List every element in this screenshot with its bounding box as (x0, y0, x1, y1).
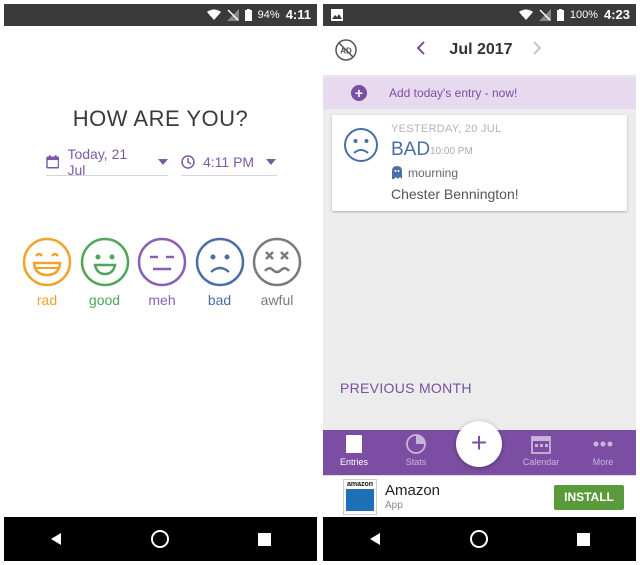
calendar-icon (46, 154, 60, 169)
back-triangle-icon (370, 533, 381, 545)
pie-chart-icon (406, 434, 426, 454)
tab-entries[interactable]: Entries (329, 434, 379, 467)
mood-option-bad[interactable]: bad (195, 237, 245, 308)
mood-option-meh[interactable]: meh (137, 237, 187, 308)
date-picker[interactable]: Today, 21 Jul (46, 145, 168, 178)
status-bar: 94% 4:11 (4, 4, 317, 26)
calendar-icon (531, 436, 551, 454)
home-circle-icon (151, 530, 170, 548)
mood-label-awful: awful (260, 292, 294, 308)
back-button[interactable] (355, 519, 395, 559)
status-time: 4:11 (285, 7, 311, 22)
install-button[interactable]: INSTALL (554, 485, 624, 510)
entry-date: YESTERDAY, 20 JUL (391, 123, 502, 135)
mood-option-awful[interactable]: awful (252, 237, 302, 308)
mood-option-good[interactable]: good (80, 237, 130, 308)
chevron-left-icon[interactable] (415, 40, 427, 56)
entry-time: 10:00 PM (430, 146, 473, 157)
home-circle-icon (470, 530, 489, 548)
add-entry-fab[interactable]: + (456, 421, 502, 467)
recents-square-icon (258, 532, 272, 546)
add-entry-banner[interactable]: + Add today's entry - now! (323, 77, 636, 109)
mood-options: rad good meh bad awful (22, 237, 302, 308)
back-button[interactable] (36, 519, 76, 559)
status-icons: 100% 4:23 (518, 7, 630, 22)
ad-title: Amazon (385, 482, 441, 499)
amazon-logo-text: amazon (346, 481, 374, 488)
system-nav-bar (4, 517, 317, 561)
home-button[interactable] (140, 519, 180, 559)
status-bar: 100% 4:23 (323, 4, 636, 26)
chevron-right-icon[interactable] (531, 40, 543, 56)
rad-face-icon (22, 237, 72, 287)
meh-face-icon (137, 237, 187, 287)
mood-picker-body: HOW ARE YOU? Today, 21 Jul 4:11 PM rad g… (4, 26, 317, 517)
tab-more[interactable]: More (578, 434, 628, 467)
tab-more-label: More (592, 457, 614, 467)
book-icon (346, 435, 362, 453)
awful-face-icon (252, 237, 302, 287)
mood-label-rad: rad (36, 292, 58, 308)
add-entry-label: Add today's entry - now! (389, 86, 518, 100)
mood-label-meh: meh (148, 292, 176, 308)
mood-entry-screen: 94% 4:11 HOW ARE YOU? Today, 21 Jul 4:11… (4, 4, 317, 561)
wifi-icon (518, 9, 533, 20)
status-icons: 94% 4:11 (206, 7, 311, 22)
entries-body: AD Jul 2017 + Add today's entry - now! Y… (323, 26, 636, 517)
ad-subtitle: App (385, 500, 403, 511)
month-header: AD Jul 2017 (323, 26, 636, 76)
no-signal-icon (538, 8, 551, 21)
chevron-down-icon (158, 158, 168, 165)
battery-percent: 94% (257, 8, 280, 21)
ghost-icon (392, 166, 402, 179)
ad-banner[interactable]: amazon Amazon App INSTALL (323, 475, 636, 517)
amazon-app-logo: amazon (343, 479, 377, 515)
tab-entries-label: Entries (339, 457, 368, 467)
time-picker[interactable]: 4:11 PM (181, 148, 277, 176)
tab-calendar-label: Calendar (522, 457, 560, 467)
system-nav-bar (323, 517, 636, 561)
tab-stats[interactable]: Stats (391, 434, 441, 467)
recents-square-icon (577, 532, 591, 546)
month-title: Jul 2017 (449, 41, 513, 58)
entry-activity-tag: mourning (408, 166, 459, 180)
entry-note: Chester Bennington! (391, 186, 519, 202)
entry-card[interactable]: YESTERDAY, 20 JUL BAD 10:00 PM mourning … (332, 115, 627, 211)
image-notification-icon (331, 9, 343, 21)
more-dots-icon (593, 441, 613, 447)
time-label: 4:11 PM (203, 153, 255, 170)
page-title: HOW ARE YOU? (72, 106, 249, 131)
bad-face-icon (344, 128, 378, 162)
plus-icon: + (351, 85, 367, 101)
no-ads-icon[interactable]: AD (335, 39, 357, 61)
recents-button[interactable] (564, 519, 604, 559)
battery-icon (556, 8, 564, 21)
chevron-down-icon (266, 158, 277, 165)
previous-month-button[interactable]: PREVIOUS MONTH (340, 380, 472, 396)
entry-mood: BAD (391, 139, 431, 160)
tab-stats-label: Stats (405, 457, 427, 467)
recents-button[interactable] (245, 519, 285, 559)
mood-option-rad[interactable]: rad (22, 237, 72, 308)
status-time: 4:23 (603, 7, 630, 22)
shopping-cart-icon (346, 489, 374, 511)
clock-icon (181, 154, 195, 169)
no-signal-icon (226, 8, 239, 21)
date-label: Today, 21 Jul (67, 145, 128, 178)
good-face-icon (80, 237, 129, 287)
bad-face-icon (195, 237, 244, 287)
wifi-icon (206, 9, 221, 20)
mood-label-bad: bad (207, 292, 232, 308)
tab-calendar[interactable]: Calendar (516, 434, 566, 467)
battery-percent: 100% (569, 8, 598, 21)
mood-label-good: good (88, 292, 121, 308)
battery-icon (244, 8, 252, 21)
back-triangle-icon (51, 533, 62, 545)
home-button[interactable] (459, 519, 499, 559)
entries-screen: 100% 4:23 AD Jul 2017 + Add today's entr… (323, 4, 636, 561)
